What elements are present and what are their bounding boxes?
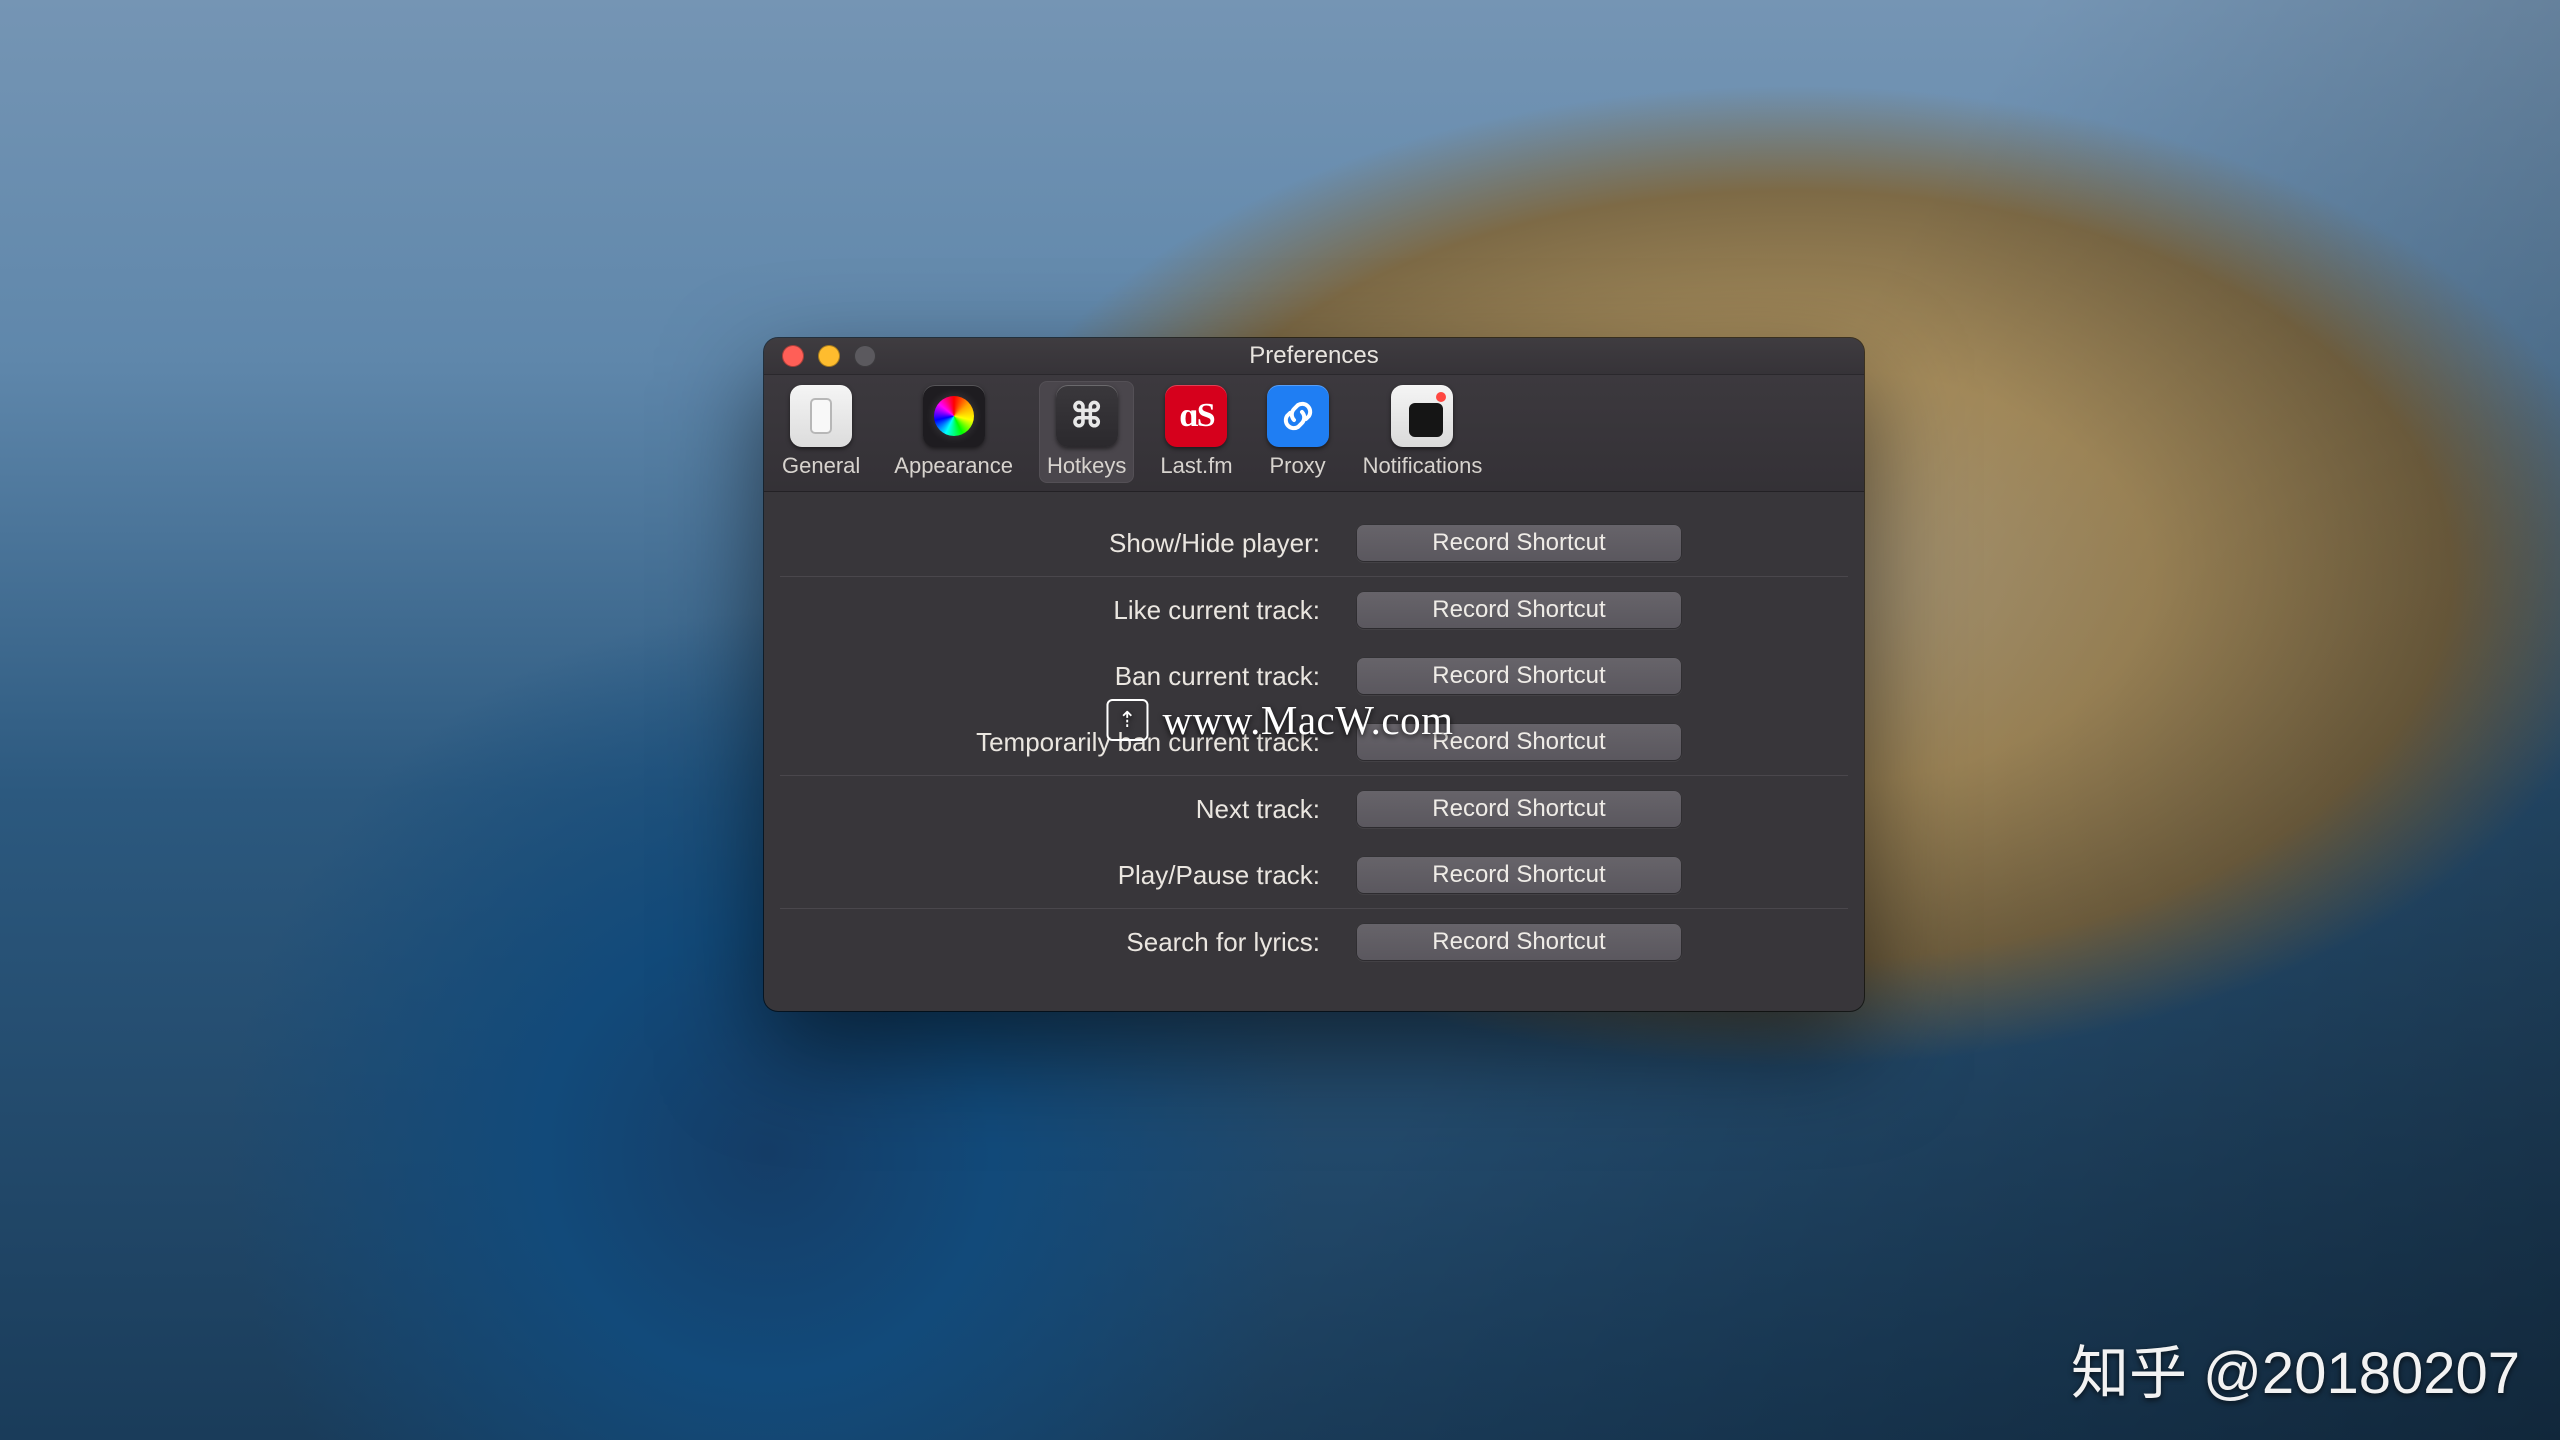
window-title: Preferences bbox=[764, 342, 1864, 370]
hotkeys-section: Search for lyrics: Record Shortcut bbox=[780, 908, 1848, 975]
tab-label: Notifications bbox=[1363, 453, 1483, 479]
hotkey-row-ban-track: Ban current track: Record Shortcut bbox=[780, 643, 1848, 709]
tab-label: General bbox=[782, 453, 860, 479]
tab-appearance[interactable]: Appearance bbox=[886, 381, 1021, 483]
hotkey-label: Play/Pause track: bbox=[780, 860, 1356, 891]
hotkey-row-play-pause: Play/Pause track: Record Shortcut bbox=[780, 842, 1848, 908]
hotkey-label: Ban current track: bbox=[780, 661, 1356, 692]
record-shortcut-button[interactable]: Record Shortcut bbox=[1356, 591, 1682, 629]
hotkey-row-search-lyrics: Search for lyrics: Record Shortcut bbox=[780, 909, 1848, 975]
hotkey-row-temp-ban-track: Temporarily ban current track: Record Sh… bbox=[780, 709, 1848, 775]
hotkeys-pane: Show/Hide player: Record Shortcut Like c… bbox=[764, 492, 1864, 1011]
hotkeys-section: Next track: Record Shortcut Play/Pause t… bbox=[780, 775, 1848, 908]
hotkeys-section: Like current track: Record Shortcut Ban … bbox=[780, 576, 1848, 775]
hotkey-label: Like current track: bbox=[780, 595, 1356, 626]
tab-label: Proxy bbox=[1269, 453, 1325, 479]
hotkey-row-like-track: Like current track: Record Shortcut bbox=[780, 577, 1848, 643]
tab-label: Hotkeys bbox=[1047, 453, 1126, 479]
window-controls bbox=[782, 345, 876, 367]
hotkey-label: Next track: bbox=[780, 794, 1356, 825]
minimize-icon[interactable] bbox=[818, 345, 840, 367]
appearance-icon bbox=[923, 385, 985, 447]
proxy-icon bbox=[1267, 385, 1329, 447]
record-shortcut-button[interactable]: Record Shortcut bbox=[1356, 790, 1682, 828]
record-shortcut-button[interactable]: Record Shortcut bbox=[1356, 657, 1682, 695]
tab-proxy[interactable]: Proxy bbox=[1259, 381, 1337, 483]
tab-label: Last.fm bbox=[1160, 453, 1232, 479]
hotkey-label: Search for lyrics: bbox=[780, 927, 1356, 958]
zoom-icon[interactable] bbox=[854, 345, 876, 367]
preferences-window: Preferences General Appearance ⌘ Hotkeys… bbox=[764, 338, 1864, 1011]
tab-notifications[interactable]: Notifications bbox=[1355, 381, 1491, 483]
close-icon[interactable] bbox=[782, 345, 804, 367]
lastfm-icon: ɑS bbox=[1165, 385, 1227, 447]
hotkey-row-next-track: Next track: Record Shortcut bbox=[780, 776, 1848, 842]
hotkey-label: Temporarily ban current track: bbox=[780, 727, 1356, 758]
hotkey-label: Show/Hide player: bbox=[780, 528, 1356, 559]
record-shortcut-button[interactable]: Record Shortcut bbox=[1356, 524, 1682, 562]
tab-hotkeys[interactable]: ⌘ Hotkeys bbox=[1039, 381, 1134, 483]
tab-label: Appearance bbox=[894, 453, 1013, 479]
record-shortcut-button[interactable]: Record Shortcut bbox=[1356, 723, 1682, 761]
notifications-icon bbox=[1391, 385, 1453, 447]
hotkeys-icon: ⌘ bbox=[1056, 385, 1118, 447]
titlebar[interactable]: Preferences bbox=[764, 338, 1864, 375]
hotkey-row-show-hide-player: Show/Hide player: Record Shortcut bbox=[780, 510, 1848, 576]
record-shortcut-button[interactable]: Record Shortcut bbox=[1356, 856, 1682, 894]
preferences-toolbar: General Appearance ⌘ Hotkeys ɑS Last.fm … bbox=[764, 375, 1864, 492]
general-icon bbox=[790, 385, 852, 447]
tab-general[interactable]: General bbox=[774, 381, 868, 483]
record-shortcut-button[interactable]: Record Shortcut bbox=[1356, 923, 1682, 961]
tab-lastfm[interactable]: ɑS Last.fm bbox=[1152, 381, 1240, 483]
hotkeys-section: Show/Hide player: Record Shortcut bbox=[780, 510, 1848, 576]
